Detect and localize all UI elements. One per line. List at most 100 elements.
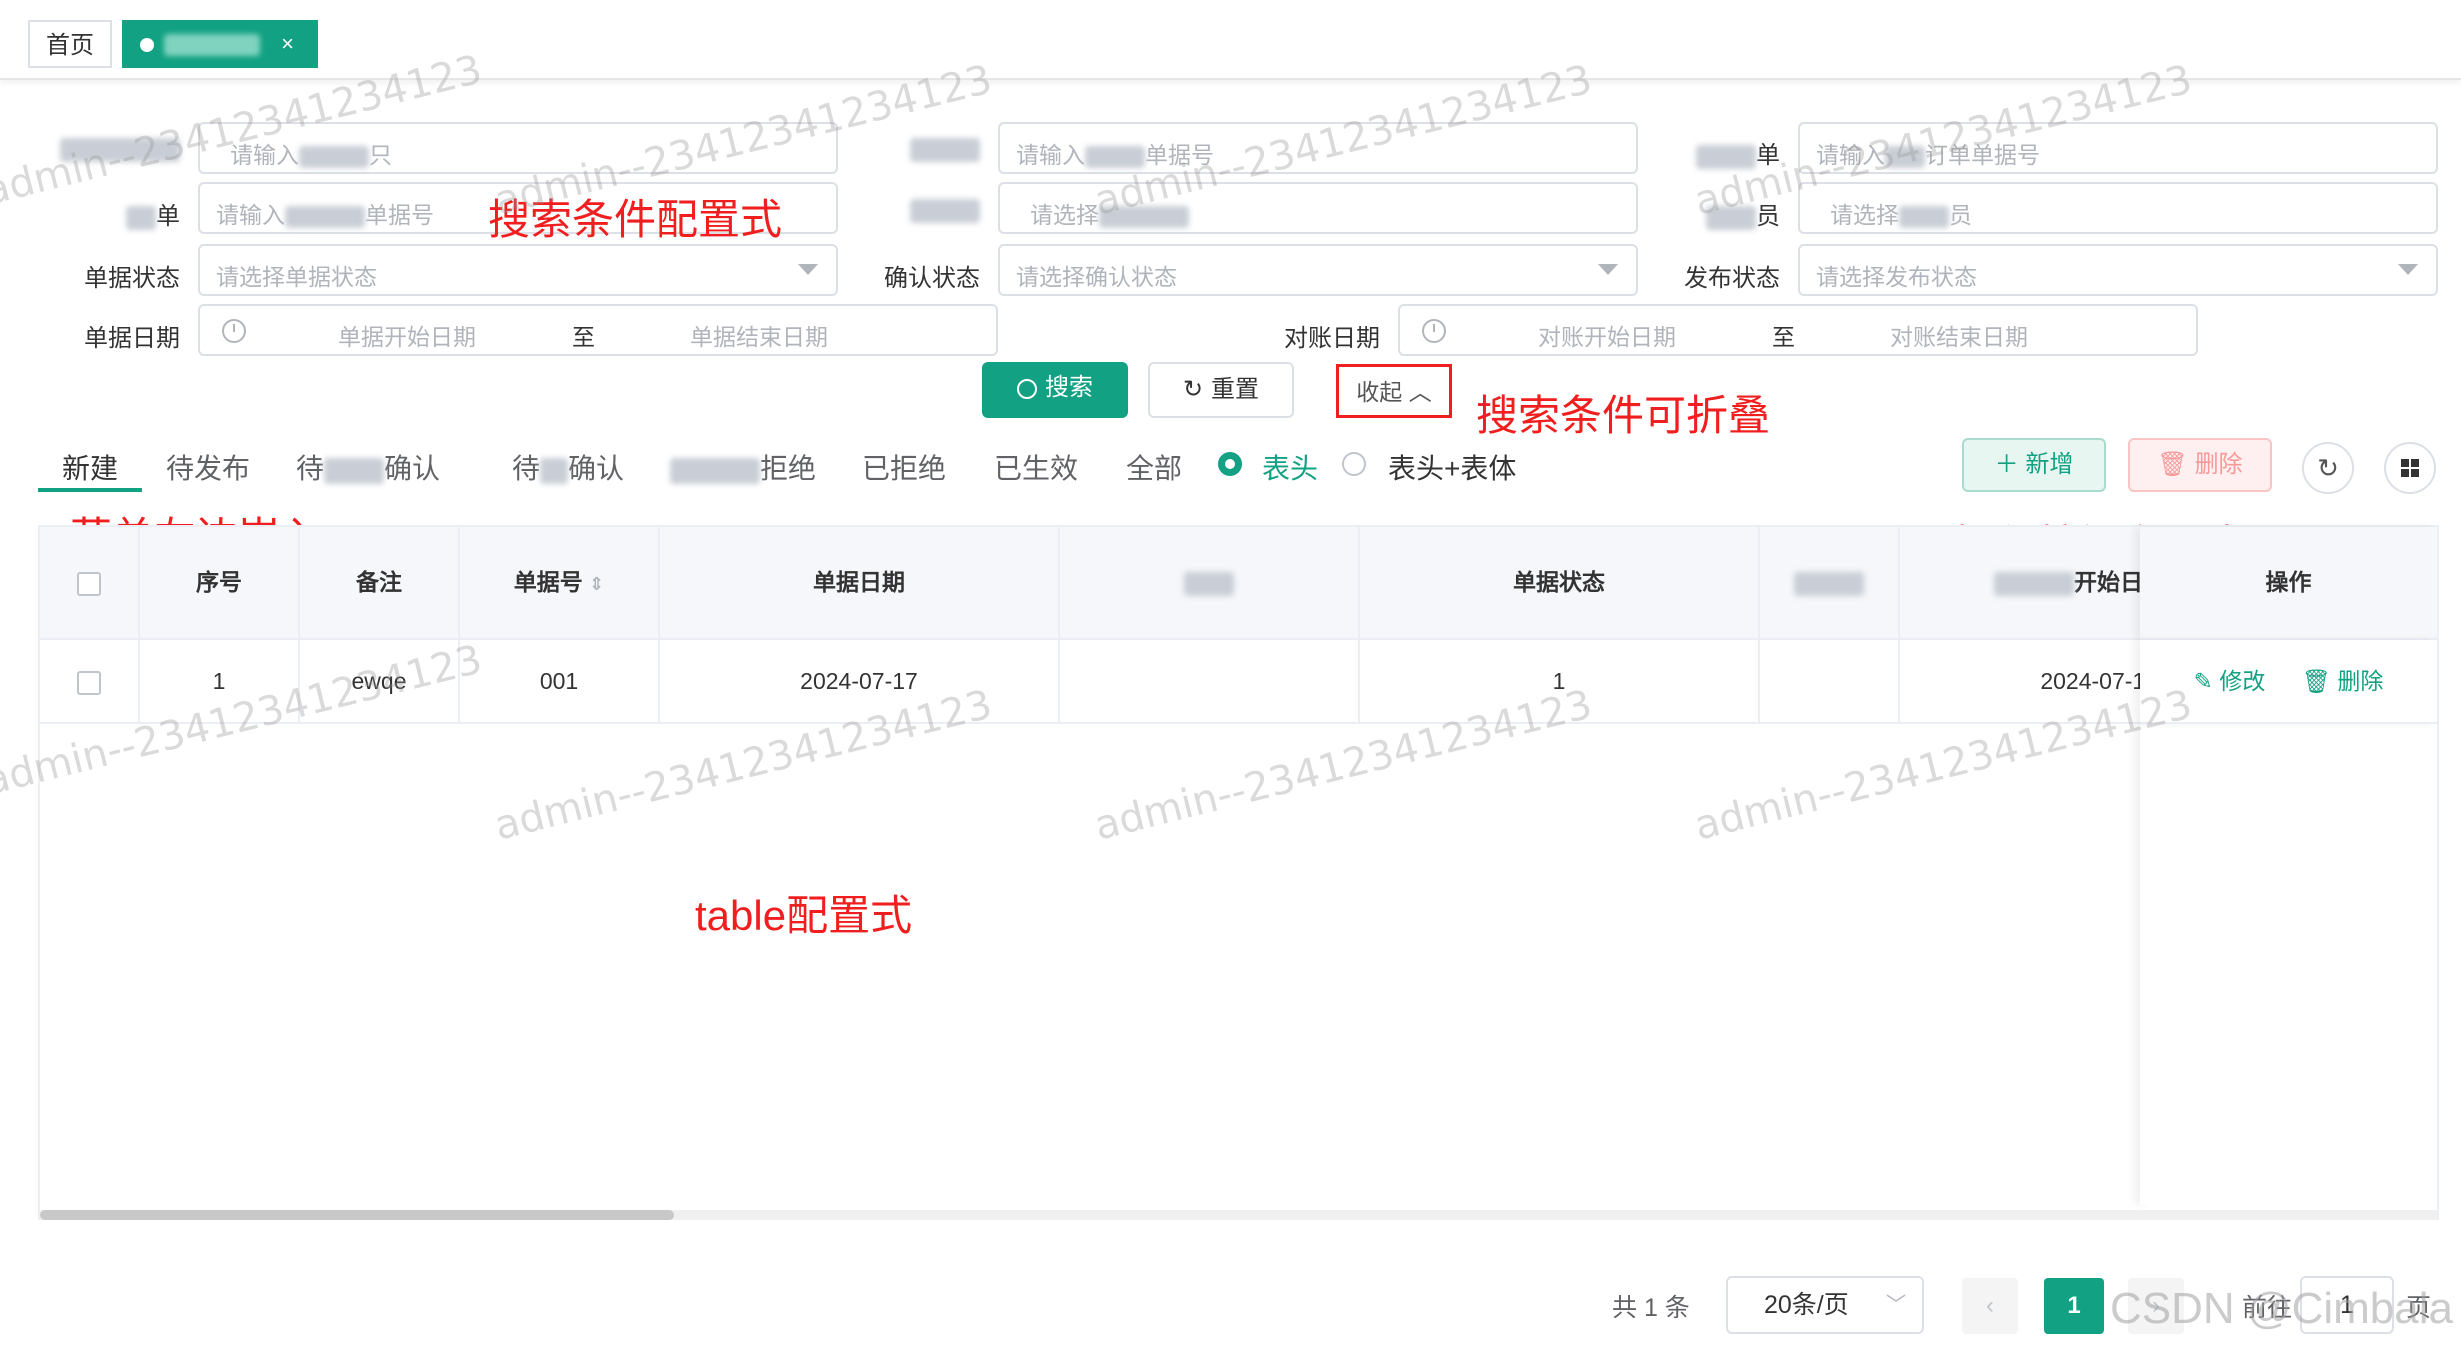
field-placeholder: 请选择 [1030, 202, 1099, 228]
confirm-status-placeholder: 请选择确认状态 [1016, 264, 1177, 290]
header-start-date: 开始日期 [1900, 527, 2180, 640]
pagination-total: 共 1 条 [1612, 1294, 1690, 1322]
cell-doc-status: 1 [1360, 640, 1760, 724]
chevron-down-icon [2398, 264, 2418, 275]
recon-date-end[interactable]: 对账结束日期 [1890, 318, 2028, 352]
field-label-6: 员 [1640, 196, 1780, 231]
publish-status-select[interactable]: 请选择发布状态 [1798, 244, 2438, 296]
annotation-collapsible: 搜索条件可折叠 [1476, 392, 1771, 439]
chevron-down-icon [1598, 264, 1618, 275]
chevron-down-icon: ﹀ [1886, 1294, 1906, 1316]
page-1-button[interactable]: 1 [2044, 1278, 2104, 1334]
field-label-redacted-2 [840, 135, 980, 163]
field-select-6[interactable]: 请选择 员 [1798, 182, 2438, 234]
field-label-redacted-5 [840, 196, 980, 224]
status-tab-all[interactable]: 全部 [1126, 447, 1182, 487]
header-redacted-2 [1760, 527, 1900, 640]
date-separator: 至 [1772, 324, 1795, 350]
reset-button[interactable]: ↻ 重置 [1148, 362, 1294, 418]
status-tab-pending-publish[interactable]: 待发布 [166, 447, 250, 487]
status-tab-effective[interactable]: 已生效 [994, 447, 1078, 487]
fixed-column-shadow [2140, 724, 2152, 1204]
top-tab-bar: 首页 × [0, 0, 2461, 80]
cell-doc-date: 2024-07-17 [660, 640, 1060, 724]
prev-page-button[interactable]: ‹ [1962, 1278, 2018, 1334]
doc-status-placeholder: 请选择单据状态 [216, 264, 377, 290]
radio-header-only-label[interactable]: 表头 [1262, 447, 1318, 487]
page-size-value: 20条/页 [1764, 1291, 1849, 1319]
clock-icon [222, 319, 246, 343]
field-select-5[interactable]: 请选择 [998, 182, 1638, 234]
cell-actions: ✎ 修改 🗑 删除 [2140, 640, 2437, 724]
status-tab-rejected-a[interactable]: 拒绝 [670, 447, 816, 487]
doc-status-select[interactable]: 请选择单据状态 [198, 244, 838, 296]
cell-col7 [1760, 640, 1900, 724]
radio-header-body-label[interactable]: 表头+表体 [1388, 447, 1516, 487]
tab-current-page[interactable]: × [122, 20, 318, 68]
header-redacted-1 [1060, 527, 1360, 640]
chevron-left-icon: ‹ [1986, 1292, 1994, 1319]
header-doc-status: 单据状态 [1360, 527, 1760, 640]
field-placeholder: 请选择 [1830, 202, 1899, 228]
column-settings-icon[interactable] [2384, 442, 2436, 494]
radio-header-only[interactable] [1218, 452, 1242, 476]
doc-date-end[interactable]: 单据结束日期 [690, 318, 828, 352]
annotation-search-config: 搜索条件配置式 [488, 196, 783, 243]
horizontal-scrollbar-thumb[interactable] [40, 1210, 674, 1220]
field-input-3[interactable]: 请输入 订单单据号 [1798, 122, 2438, 174]
active-dot-icon [140, 37, 154, 52]
csdn-watermark: CSDN @Cimbala [2110, 1284, 2453, 1333]
collapse-toggle[interactable]: 收起 ︿ [1336, 364, 1452, 418]
delete-button-label: 删除 [2194, 451, 2243, 478]
doc-date-range[interactable]: 单据开始日期 至 单据结束日期 [198, 304, 998, 356]
plus-icon: ＋ [1994, 451, 2019, 478]
refresh-icon[interactable]: ↻ [2302, 442, 2354, 494]
recon-date-start[interactable]: 对账开始日期 [1538, 318, 1676, 352]
field-input-1[interactable]: 请输入 只 [198, 122, 838, 174]
status-tab-pending-confirm-b[interactable]: 待确认 [512, 447, 624, 487]
checkbox[interactable] [77, 571, 101, 596]
field-input-2[interactable]: 请输入 单据号 [998, 122, 1638, 174]
horizontal-scrollbar-track[interactable] [40, 1210, 2437, 1220]
clock-icon [1422, 319, 1446, 343]
sort-icon[interactable]: ⇕ [589, 574, 604, 594]
recon-date-range[interactable]: 对账开始日期 至 对账结束日期 [1398, 304, 2198, 356]
radio-header-body[interactable] [1342, 452, 1366, 476]
doc-status-label: 单据状态 [84, 265, 180, 292]
cell-remark: ewqe [300, 640, 460, 724]
status-tab-new[interactable]: 新建 [62, 447, 118, 487]
header-actions: 操作 [2140, 527, 2437, 640]
add-button-label: 新增 [2025, 451, 2074, 478]
header-doc-date: 单据日期 [660, 527, 1060, 640]
delete-button[interactable]: 🗑 删除 [2128, 438, 2272, 492]
close-icon[interactable]: × [281, 20, 294, 68]
status-tab-pending-confirm-a[interactable]: 待确认 [296, 447, 440, 487]
tab-home[interactable]: 首页 [28, 20, 112, 68]
search-button[interactable]: 搜索 [982, 362, 1128, 418]
header-index: 序号 [140, 527, 300, 640]
confirm-status-select[interactable]: 请选择确认状态 [998, 244, 1638, 296]
doc-date-start[interactable]: 单据开始日期 [338, 318, 476, 352]
field-label-3: 单 [1640, 135, 1780, 170]
add-button[interactable]: ＋ 新增 [1962, 438, 2106, 492]
cell-start-date: 2024-07-17 [1900, 640, 2180, 724]
field-placeholder-suffix: 只 [369, 142, 392, 168]
edit-link[interactable]: ✎ 修改 [2194, 668, 2266, 694]
field-placeholder-suffix: 单据号 [365, 202, 434, 228]
search-icon [1017, 378, 1037, 399]
row-checkbox-cell[interactable] [40, 640, 140, 724]
checkbox[interactable] [77, 670, 101, 695]
row-delete-link[interactable]: 🗑 删除 [2302, 668, 2384, 694]
field-placeholder: 请输入 [1016, 142, 1085, 168]
field-placeholder: 请输入 [1816, 142, 1885, 168]
status-tab-rejected[interactable]: 已拒绝 [862, 447, 946, 487]
publish-status-placeholder: 请选择发布状态 [1816, 264, 1977, 290]
recon-date-label: 对账日期 [1284, 325, 1380, 352]
tab-title-redacted [164, 33, 260, 56]
page-size-select[interactable]: 20条/页 ﹀ [1726, 1276, 1924, 1334]
header-doc-no[interactable]: 单据号 ⇕ [460, 527, 660, 640]
header-select-all[interactable] [40, 527, 140, 640]
field-placeholder: 请输入 [216, 202, 285, 228]
reset-button-label: 重置 [1211, 376, 1260, 403]
cell-index: 1 [140, 640, 300, 724]
